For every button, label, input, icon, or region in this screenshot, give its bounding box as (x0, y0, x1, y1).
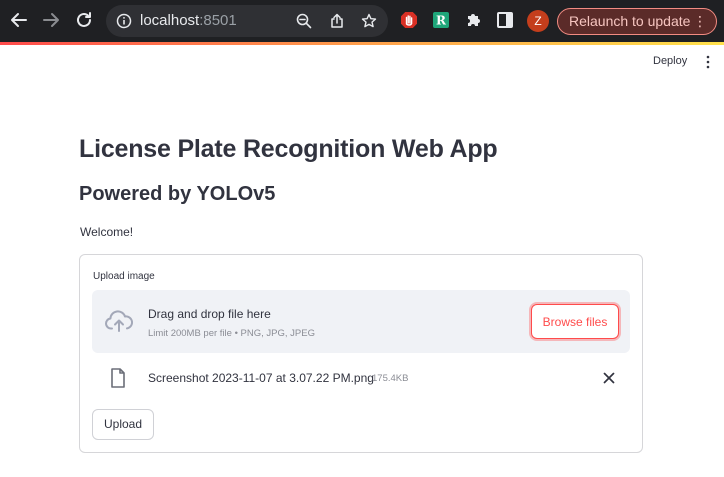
cloud-upload-icon (105, 310, 133, 332)
uploaded-file-name: Screenshot 2023-11-07 at 3.07.22 PM.png (148, 371, 374, 385)
uploaded-file-row: Screenshot 2023-11-07 at 3.07.22 PM.png … (92, 363, 630, 393)
deploy-button[interactable]: Deploy (653, 55, 687, 67)
info-icon[interactable] (116, 13, 132, 29)
url-text: localhost:8501 (140, 12, 237, 29)
puzzle-extensions-icon[interactable] (465, 11, 483, 29)
kebab-menu-icon[interactable] (703, 54, 713, 70)
upload-label: Upload image (93, 271, 155, 282)
browser-toolbar: localhost:8501 R Z Relaunch to update ⋮ (0, 0, 724, 42)
stop-hand-extension-icon[interactable] (400, 11, 418, 29)
reload-icon[interactable] (73, 9, 95, 31)
share-icon[interactable] (329, 13, 345, 29)
relaunch-label: Relaunch to update (569, 13, 691, 29)
relaunch-menu-icon[interactable]: ⋮ (693, 9, 707, 34)
dropzone-title: Drag and drop file here (148, 307, 271, 321)
close-icon[interactable] (602, 371, 616, 385)
file-dropzone[interactable]: Drag and drop file here Limit 200MB per … (92, 290, 630, 353)
upload-button[interactable]: Upload (92, 409, 154, 440)
star-icon[interactable] (361, 13, 377, 29)
page-subtitle: Powered by YOLOv5 (79, 183, 276, 205)
upload-form: Upload image Drag and drop file here Lim… (79, 254, 643, 453)
r-extension-icon[interactable]: R (432, 11, 450, 29)
uploaded-file-size: 175.4KB (372, 373, 409, 384)
streamlit-accent-bar (0, 42, 724, 45)
back-arrow-icon[interactable] (8, 9, 30, 31)
file-icon (111, 368, 125, 388)
page-title: License Plate Recognition Web App (79, 135, 498, 163)
profile-avatar[interactable]: Z (527, 10, 549, 32)
address-bar[interactable]: localhost:8501 (106, 5, 388, 37)
forward-arrow-icon[interactable] (40, 9, 62, 31)
zoom-out-icon[interactable] (296, 13, 312, 29)
dropzone-limit: Limit 200MB per file • PNG, JPG, JPEG (148, 328, 315, 339)
welcome-text: Welcome! (80, 225, 134, 239)
relaunch-button[interactable]: Relaunch to update ⋮ (557, 8, 717, 35)
svg-text:R: R (436, 14, 447, 28)
side-panel-icon[interactable] (496, 11, 514, 29)
browse-files-button[interactable]: Browse files (531, 304, 619, 339)
